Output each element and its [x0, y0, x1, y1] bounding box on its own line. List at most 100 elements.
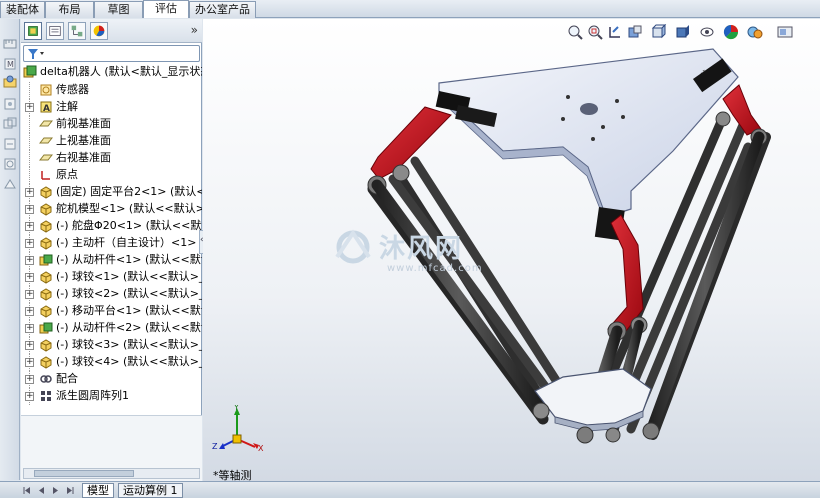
tree-item-label: (-) 主动杆（自主设计）<1> (默 [56, 236, 202, 249]
bottom-tab-bar: 模型 运动算例 1 [0, 481, 820, 498]
clearance-icon[interactable] [3, 137, 17, 151]
watermark: 沐风网 www.mfcad.com [331, 225, 501, 285]
tree-item[interactable]: 右视基准面 [21, 150, 202, 167]
origin-icon [41, 171, 50, 180]
section-properties-icon[interactable] [3, 75, 17, 89]
subassembly-icon [39, 322, 53, 334]
tree-item[interactable]: + (-) 从动杆件<1> (默认<<默认_显 [21, 252, 202, 269]
tree-item[interactable]: + (-) 移动平台<1> (默认<<默认 [21, 303, 202, 320]
part-icon [40, 339, 52, 352]
svg-text:A: A [43, 104, 50, 114]
measure-icon[interactable] [3, 37, 17, 51]
tree-item-label: 注解 [56, 100, 78, 113]
tree-item-label: 派生圆周阵列1 [56, 389, 129, 402]
tree-filter-input[interactable] [23, 45, 200, 62]
next-tab-icon[interactable] [50, 485, 61, 496]
axis-x-label: X [258, 444, 264, 453]
expand-toggle-icon[interactable]: + [25, 188, 34, 197]
tree-item[interactable]: + (-) 从动杆件<2> (默认<<默认_显 [21, 320, 202, 337]
tree-item[interactable]: + (-) 球铰<3> (默认<<默认>_显 [21, 337, 202, 354]
expand-toggle-icon[interactable]: + [25, 358, 34, 367]
expand-toggle-icon[interactable]: + [25, 290, 34, 299]
expand-toggle-icon[interactable]: + [25, 222, 34, 231]
expand-toggle-icon[interactable]: + [25, 205, 34, 214]
plane-icon [39, 154, 53, 161]
assembly-icon [23, 65, 37, 78]
sensor-icon [40, 84, 52, 96]
tree-item-label: 上视基准面 [56, 134, 111, 147]
tab-evaluate[interactable]: 评估 [143, 0, 189, 18]
graphics-area[interactable]: 沐风网 www.mfcad.com Y X Z *等轴测 [203, 19, 820, 481]
tab-assembly[interactable]: 装配体 [0, 1, 45, 18]
expand-toggle-icon[interactable]: + [25, 324, 34, 333]
tree-item[interactable]: + A 注解 [21, 99, 202, 116]
configuration-manager-tab-icon[interactable] [68, 22, 86, 40]
scrollbar-thumb[interactable] [34, 470, 134, 477]
mates-icon [40, 375, 52, 383]
feature-manager-panel: » delta机器人 (默认<默认_显示状态 传感器 + A 注解前视基准面 上视基准面… [21, 19, 202, 481]
tree-item[interactable]: + 舵机模型<1> (默认<<默认>_显 [21, 201, 202, 218]
expand-toggle-icon[interactable]: + [25, 103, 34, 112]
tree-item[interactable]: 前视基准面 [21, 116, 202, 133]
tab-sketch[interactable]: 草图 [94, 1, 143, 18]
tree-item[interactable]: + 配合 [21, 371, 202, 388]
filter-icon[interactable] [27, 48, 45, 60]
expand-toggle-icon[interactable]: + [25, 392, 34, 401]
expand-toggle-icon[interactable]: + [25, 375, 34, 384]
view-orientation-label: *等轴测 [213, 469, 252, 481]
tree-item-label: 配合 [56, 372, 78, 385]
expand-toggle-icon[interactable]: + [25, 307, 34, 316]
geometry-analysis-icon[interactable] [3, 177, 17, 191]
last-tab-icon[interactable] [64, 485, 75, 496]
tree-item-label: (-) 球铰<1> (默认<<默认>_显 [56, 270, 202, 283]
expand-toggle-icon[interactable]: + [25, 256, 34, 265]
plane-icon [39, 137, 53, 144]
tree-root-assembly[interactable]: delta机器人 (默认<默认_显示状态 [21, 64, 202, 81]
tree-item-label: (固定) 固定平台2<1> (默认<< [56, 185, 202, 198]
interference-icon[interactable] [3, 117, 17, 131]
tab-office-products[interactable]: 办公室产品 [189, 1, 256, 18]
feature-manager-tab-icon[interactable] [24, 22, 42, 40]
tree-item[interactable]: 上视基准面 [21, 133, 202, 150]
part-icon [40, 237, 52, 250]
tree-item[interactable]: + (固定) 固定平台2<1> (默认<< [21, 184, 202, 201]
feature-tree: delta机器人 (默认<默认_显示状态 传感器 + A 注解前视基准面 上视基准面右视… [21, 64, 202, 414]
watermark-url: www.mfcad.com [387, 263, 483, 274]
first-tab-icon[interactable] [22, 485, 33, 496]
tree-item[interactable]: + 派生圆周阵列1 [21, 388, 202, 405]
fixed-platform [435, 48, 739, 241]
part-icon [40, 186, 52, 199]
tab-layout[interactable]: 布局 [45, 1, 94, 18]
tree-item[interactable]: 传感器 [21, 82, 202, 99]
part-icon [40, 288, 52, 301]
mass-properties-icon[interactable]: M [3, 57, 17, 71]
sensor-tool-icon[interactable] [3, 97, 17, 111]
plane-icon [39, 120, 53, 127]
tree-item[interactable]: + (-) 主动杆（自主设计）<1> (默 [21, 235, 202, 252]
tree-item-label: (-) 球铰<4> (默认<<默认>_显 [56, 355, 202, 368]
display-manager-tab-icon[interactable] [90, 22, 108, 40]
tree-item[interactable]: + (-) 球铰<4> (默认<<默认>_显 [21, 354, 202, 371]
prev-tab-icon[interactable] [36, 485, 47, 496]
tree-item[interactable]: + (-) 球铰<2> (默认<<默认>_显 [21, 286, 202, 303]
panel-horizontal-scrollbar[interactable] [23, 468, 200, 479]
expand-toggle-icon[interactable]: + [25, 273, 34, 282]
tab-model[interactable]: 模型 [82, 483, 114, 498]
expand-toggle-icon[interactable]: + [25, 239, 34, 248]
property-manager-tab-icon[interactable] [46, 22, 64, 40]
tree-item[interactable]: + (-) 舵盘Φ20<1> (默认<<默认 [21, 218, 202, 235]
tree-item-label: 原点 [56, 168, 78, 181]
expand-toggle-icon[interactable]: + [25, 341, 34, 350]
delta-robot-model[interactable] [203, 19, 820, 481]
tree-item[interactable]: 原点 [21, 167, 202, 184]
panel-expand-icon[interactable]: » [191, 23, 198, 37]
watermark-logo-icon [335, 229, 371, 264]
tree-item-label: 舵机模型<1> (默认<<默认>_显 [56, 202, 202, 215]
hole-alignment-icon[interactable] [3, 157, 17, 171]
tab-motion-study[interactable]: 运动算例 1 [118, 483, 183, 498]
tree-item[interactable]: + (-) 球铰<1> (默认<<默认>_显 [21, 269, 202, 286]
vertical-toolbar: M [0, 19, 20, 480]
subassembly-icon [39, 254, 53, 266]
tree-item-label: 右视基准面 [56, 151, 111, 164]
svg-text:M: M [7, 60, 14, 69]
